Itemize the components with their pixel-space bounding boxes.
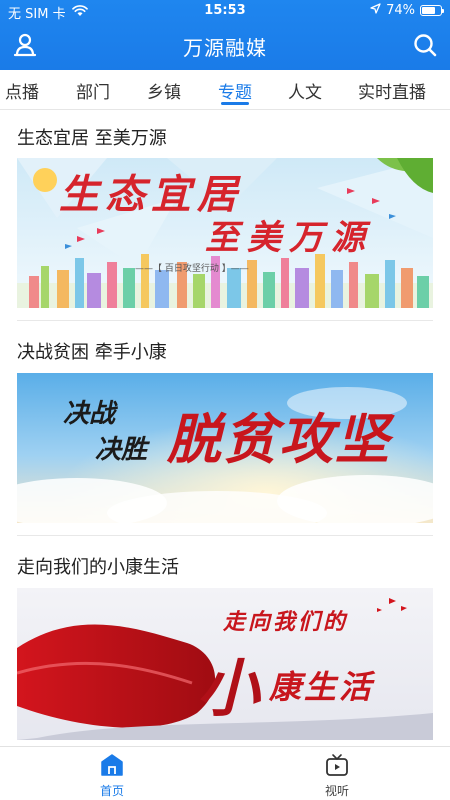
section-title-2[interactable]: 决战贫困 牵手小康 [17,338,167,364]
home-icon [99,753,125,780]
status-right: 74% [370,3,444,18]
tab-xiangzhen[interactable]: 乡镇 [147,78,181,103]
banner-eco-caption: ——【 百日攻坚行动 】—— [135,264,249,274]
bottom-navigation: 首页 视听 [0,746,450,800]
banner-poverty-headline: 脱贫攻坚 [167,407,391,471]
banner-xiaokang-line1: 走向我们的 [223,609,349,635]
battery-icon [420,5,444,16]
app-bar: 万源融媒 [0,22,450,70]
nav-home-label: 首页 [99,784,124,798]
banner-xiaokang-line2: 康生活 [269,668,375,706]
tab-bumen[interactable]: 部门 [76,78,110,103]
banner-poverty-line2: 决胜 [95,435,148,465]
battery-fill [422,7,436,14]
section-title-1[interactable]: 生态宜居 至美万源 [17,124,167,150]
tv-icon [324,753,350,780]
location-arrow-icon [370,3,381,18]
banner-poverty-line1: 决战 [63,399,116,429]
section-title-3[interactable]: 走向我们的小康生活 [17,553,179,579]
category-tabs: 点播 部门 乡镇 专题 人文 实时直播 [0,70,450,110]
app-title: 万源融媒 [183,36,267,60]
banner-xiaokang-life[interactable]: 走向我们的 小 康生活 [17,588,433,740]
tab-dianbo[interactable]: 点播 [5,78,39,103]
nav-media-label: 视听 [324,784,349,798]
active-tab-indicator [221,102,249,105]
battery-percent: 74% [386,3,415,18]
nav-media[interactable]: 视听 [297,751,377,799]
tab-shishi-zhibo[interactable]: 实时直播 [358,78,426,103]
nav-home[interactable]: 首页 [72,751,152,799]
section-divider-1 [17,320,433,321]
status-bar: 无 SIM 卡 15:53 74% [0,0,450,22]
banner-eco-headline-2: 至美万源 [205,218,373,258]
app-header: 无 SIM 卡 15:53 74% 万源融媒 [0,0,450,70]
banner-poverty-alleviation[interactable]: 决战 决胜 脱贫攻坚 [17,373,433,523]
search-icon[interactable] [410,30,440,60]
tab-renwen[interactable]: 人文 [288,78,322,103]
banner-eco-livable[interactable]: 生态宜居 至美万源 ——【 百日攻坚行动 】—— [17,158,433,308]
tab-zhuanti[interactable]: 专题 [218,78,252,103]
banner-xiaokang-big-char: 小 [197,652,260,725]
section-divider-2 [17,535,433,536]
